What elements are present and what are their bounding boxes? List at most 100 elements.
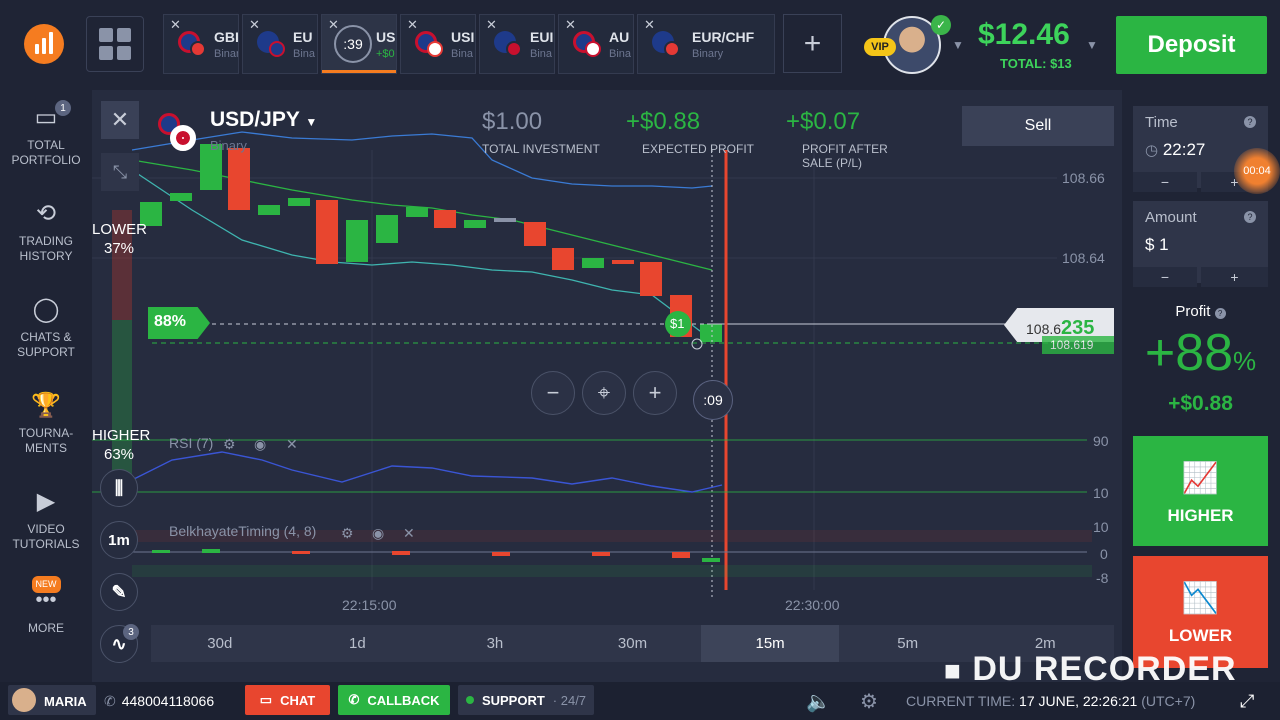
- sidebar-item-history[interactable]: ⟲ TRADING HISTORY: [0, 200, 92, 264]
- higher-pct: 63%: [103, 446, 135, 463]
- time-value[interactable]: ◷ 22:27: [1145, 140, 1205, 160]
- investment-value: $1.00: [482, 108, 543, 135]
- strike-price-tag: 108.619: [1042, 336, 1114, 354]
- investment-stat: $1.00 TOTAL INVESTMENT: [482, 108, 600, 156]
- crosshair-icon[interactable]: ⌖: [582, 371, 626, 415]
- fullscreen-icon[interactable]: ⤢: [1240, 682, 1254, 720]
- settings-gear-icon[interactable]: ⚙: [860, 682, 878, 720]
- add-tab-button[interactable]: +: [783, 14, 842, 73]
- tab-name: AU: [609, 29, 630, 45]
- sidebar-item-label: MORE: [28, 621, 64, 635]
- lower-button-label: LOWER: [1168, 626, 1233, 645]
- after-sale-label: PROFIT AFTER SALE (P/L): [802, 142, 888, 170]
- timezone: (UTC+7): [1141, 693, 1196, 709]
- flag-icon: [427, 41, 443, 57]
- sidebar-item-portfolio[interactable]: ▭ TOTAL PORTFOLIO: [0, 104, 92, 168]
- period-30m[interactable]: 30m: [564, 625, 702, 662]
- timeframe-button[interactable]: 1m: [100, 521, 138, 559]
- sound-icon[interactable]: 🔈: [806, 682, 831, 720]
- close-icon[interactable]: ✕: [403, 525, 415, 542]
- deposit-button[interactable]: Deposit: [1116, 16, 1267, 74]
- time-minus-button[interactable]: −: [1133, 172, 1197, 192]
- sell-button[interactable]: Sell: [962, 106, 1114, 146]
- amount-minus-button[interactable]: −: [1133, 267, 1197, 287]
- close-icon[interactable]: ✕: [249, 17, 260, 33]
- amount-box[interactable]: Amount ? $ 1 − +: [1133, 201, 1268, 287]
- higher-button-label: HIGHER: [1167, 506, 1234, 525]
- flag-icon: [269, 41, 285, 57]
- sidebar-item-more[interactable]: NEW ••• MORE: [0, 576, 92, 636]
- candle-type-icon[interactable]: ⫼: [100, 469, 138, 507]
- tab-name: USI: [376, 29, 396, 45]
- price-prefix: 108.6: [1026, 321, 1062, 337]
- tab-name: USI: [451, 29, 475, 45]
- apps-grid-button[interactable]: [86, 16, 144, 72]
- zoom-out-button[interactable]: −: [531, 371, 575, 415]
- gear-icon[interactable]: ⚙: [341, 525, 354, 542]
- close-icon[interactable]: ✕: [286, 436, 298, 453]
- tab-progress: [322, 70, 396, 73]
- trend-up-icon: 📈: [1181, 462, 1220, 495]
- chat-label: CHAT: [280, 692, 316, 708]
- zoom-in-button[interactable]: +: [633, 371, 677, 415]
- asset-tab[interactable]: ✕ GBI Binar: [163, 14, 239, 74]
- eye-icon[interactable]: ◉: [254, 436, 266, 453]
- help-icon[interactable]: ?: [1214, 308, 1226, 319]
- asset-tab[interactable]: ✕ AU Bina: [558, 14, 634, 74]
- help-icon[interactable]: ?: [1244, 211, 1256, 223]
- gear-icon[interactable]: ⚙: [223, 436, 236, 453]
- watermark-text: DU RECORDER: [972, 650, 1237, 688]
- support-hours: · 24/7: [552, 692, 587, 708]
- chevron-down-icon[interactable]: ▼: [952, 38, 964, 52]
- close-icon[interactable]: ✕: [170, 17, 181, 33]
- lower-label: LOWER: [92, 221, 148, 238]
- bt-tick: 10: [1093, 519, 1109, 535]
- history-icon: ⟲: [35, 200, 57, 227]
- close-icon[interactable]: ✕: [328, 17, 339, 33]
- balance[interactable]: $12.46: [978, 18, 1070, 52]
- phone-number[interactable]: ✆ 448004118066: [104, 682, 214, 720]
- chat-bubble-icon: ◯: [32, 296, 60, 323]
- chat-button[interactable]: ▭ CHAT: [245, 685, 330, 715]
- support-button[interactable]: SUPPORT · 24/7: [458, 685, 594, 715]
- close-icon[interactable]: ✕: [644, 17, 655, 33]
- sidebar-item-tournaments[interactable]: 🏆 TOURNA- MENTS: [0, 392, 92, 456]
- close-icon[interactable]: ✕: [565, 17, 576, 33]
- asset-pair[interactable]: USD/JPY ▼: [210, 108, 317, 132]
- close-chart-button[interactable]: ✕: [101, 101, 139, 139]
- deal-marker[interactable]: $1: [670, 316, 684, 331]
- help-icon[interactable]: ?: [1244, 116, 1256, 128]
- period-3h[interactable]: 3h: [426, 625, 564, 662]
- asset-tab[interactable]: ✕ EUI Bina: [479, 14, 555, 74]
- sidebar-item-chats[interactable]: ◯ CHATS & SUPPORT: [0, 296, 92, 360]
- app-logo[interactable]: [24, 24, 64, 64]
- close-icon[interactable]: ✕: [486, 17, 497, 33]
- period-30d[interactable]: 30d: [151, 625, 289, 662]
- time-remaining: 00:04: [1234, 148, 1280, 194]
- x-tick: 22:15:00: [342, 597, 397, 613]
- tab-name: EU: [293, 29, 313, 45]
- tab-sub: Bina: [451, 48, 474, 60]
- y-tick: 108.64: [1062, 250, 1105, 266]
- pencil-icon[interactable]: ✎: [100, 573, 138, 611]
- tab-timer: :39: [334, 25, 372, 63]
- asset-tab-active[interactable]: ✕ :39 USI +$0: [321, 14, 397, 74]
- amount-input[interactable]: $ 1: [1145, 235, 1169, 255]
- amount-plus-button[interactable]: +: [1201, 267, 1268, 287]
- sidebar-item-tutorials[interactable]: ▶ VIDEO TUTORIALS: [0, 488, 92, 552]
- flag-icon: [190, 41, 206, 57]
- sidebar-item-label: TOURNA- MENTS: [18, 426, 74, 455]
- asset-tab[interactable]: ✕ USI Bina: [400, 14, 476, 74]
- callback-button[interactable]: ✆ CALLBACK: [338, 685, 450, 715]
- eye-icon[interactable]: ◉: [372, 525, 384, 542]
- collapse-icon[interactable]: ⤡: [101, 153, 139, 191]
- close-icon[interactable]: ✕: [407, 17, 418, 33]
- period-15m[interactable]: 15m: [701, 625, 839, 662]
- asset-tab[interactable]: ✕ EUR/CHF Binary: [637, 14, 775, 74]
- profit-title: Profit ?: [1133, 303, 1268, 320]
- trend-down-icon: 📉: [1181, 582, 1220, 615]
- higher-button[interactable]: 📈 HIGHER: [1133, 436, 1268, 546]
- period-1d[interactable]: 1d: [289, 625, 427, 662]
- asset-tab[interactable]: ✕ EU Bina: [242, 14, 318, 74]
- chevron-down-icon[interactable]: ▼: [1086, 38, 1098, 52]
